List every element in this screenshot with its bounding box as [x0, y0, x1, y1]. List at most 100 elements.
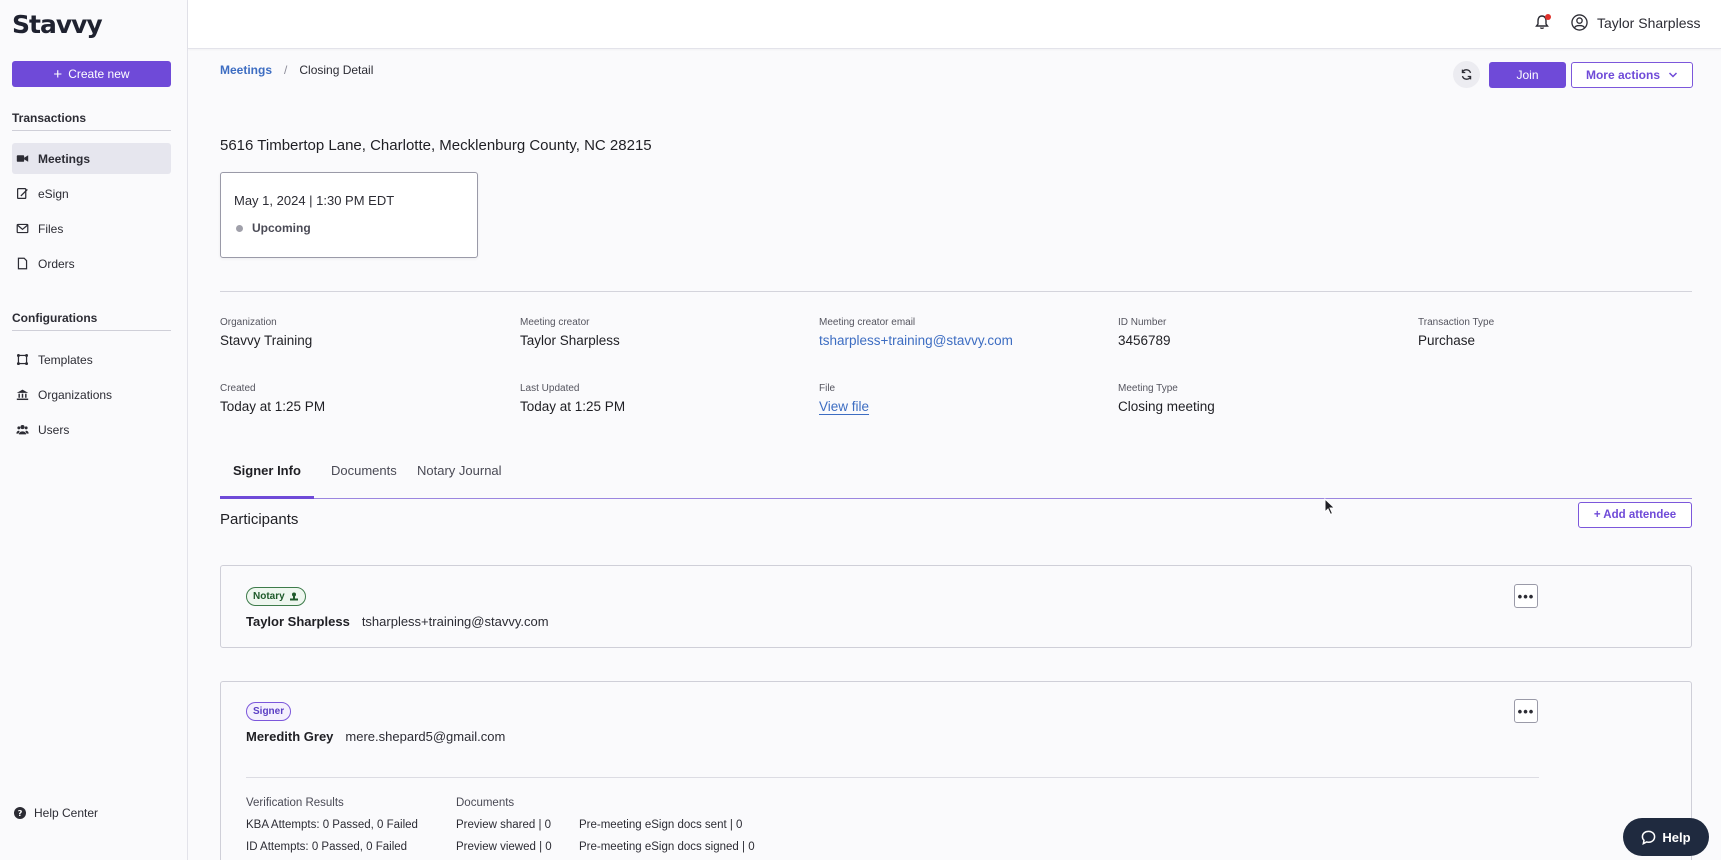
sidebar-item-orders[interactable]: Orders [12, 248, 171, 279]
help-chat-button[interactable]: Help [1623, 818, 1709, 856]
participant-email: mere.shepard5@gmail.com [345, 729, 506, 744]
notification-dot [1545, 14, 1551, 20]
divider [12, 130, 171, 131]
participant-name: Meredith Grey [246, 729, 334, 744]
user-menu[interactable]: Taylor Sharpless [1571, 14, 1701, 31]
sidebar-item-templates[interactable]: Templates [12, 344, 171, 375]
role-label: Notary [253, 591, 285, 602]
tab-signer-info[interactable]: Signer Info [220, 461, 314, 499]
status-badge: Upcoming [236, 221, 311, 235]
sidebar-item-meetings[interactable]: Meetings [12, 143, 171, 174]
question-icon: ? [14, 807, 26, 819]
meeting-date-card: May 1, 2024 | 1:30 PM EDT Upcoming [220, 172, 478, 258]
chat-bubble-icon [1642, 830, 1656, 845]
bank-icon [16, 389, 29, 401]
transactions-section-title: Transactions [12, 111, 87, 125]
sidebar-item-organizations[interactable]: Organizations [12, 379, 171, 410]
field-label: Meeting Type [1118, 383, 1178, 394]
join-button[interactable]: Join [1489, 62, 1566, 88]
participant-options-button[interactable]: ••• [1514, 699, 1538, 723]
esign-docs-signed: Pre-meeting eSign docs signed | 0 [579, 841, 755, 853]
configurations-section-title: Configurations [12, 311, 98, 325]
breadcrumb-meetings-link[interactable]: Meetings [220, 63, 272, 77]
tab-documents[interactable]: Documents [318, 461, 410, 499]
sidebar-item-users[interactable]: Users [12, 414, 171, 445]
transaction-type-field: Transaction Type Purchase [1418, 317, 1494, 348]
status-label: Upcoming [252, 221, 311, 235]
field-value: Today at 1:25 PM [220, 399, 326, 414]
template-icon [16, 353, 29, 366]
user-circle-icon [1571, 14, 1588, 31]
participant-name: Taylor Sharpless [246, 614, 350, 629]
field-value: Closing meeting [1118, 399, 1215, 414]
plus-icon: + [53, 65, 63, 83]
help-label: Help [1662, 829, 1691, 845]
esign-status: Pre-meeting eSign docs sent | 0 Pre-meet… [579, 814, 755, 858]
sidebar-item-label: Users [38, 422, 70, 437]
field-label: Organization [220, 317, 277, 328]
create-new-button[interactable]: + Create new [12, 61, 171, 87]
participant-info: Taylor Sharpless tsharpless+training@sta… [246, 614, 549, 629]
sidebar: Stavvy + Create new Transactions Meeting… [0, 0, 188, 860]
breadcrumb-current: Closing Detail [299, 63, 374, 77]
divider [12, 330, 171, 331]
add-attendee-button[interactable]: + Add attendee [1578, 502, 1692, 528]
participant-options-button[interactable]: ••• [1514, 584, 1538, 608]
chevron-down-icon [1668, 72, 1678, 78]
breadcrumb: Meetings / Closing Detail [220, 63, 373, 77]
participants-title: Participants [220, 511, 299, 528]
participant-info: Meredith Grey mere.shepard5@gmail.com [246, 729, 505, 744]
field-label: Meeting creator email [819, 317, 916, 328]
field-value: Today at 1:25 PM [520, 399, 626, 414]
role-badge: Signer [246, 702, 292, 721]
field-label: Meeting creator [520, 317, 590, 328]
sidebar-item-label: Files [38, 221, 64, 236]
documents-status: Documents Preview shared | 0 Preview vie… [456, 792, 552, 858]
sidebar-item-esign[interactable]: eSign [12, 178, 171, 209]
mail-icon [16, 223, 29, 234]
document-icon [17, 257, 28, 270]
more-actions-label: More actions [1585, 68, 1660, 82]
view-file-link[interactable]: View file [819, 399, 869, 414]
sidebar-item-files[interactable]: Files [12, 213, 171, 244]
meeting-datetime: May 1, 2024 | 1:30 PM EDT [234, 193, 395, 208]
verification-title: Verification Results [246, 797, 344, 809]
ellipsis-icon: ••• [1517, 588, 1535, 604]
field-value: Stavvy Training [220, 333, 313, 348]
creator-email-field: Meeting creator email tsharpless+trainin… [819, 317, 1013, 348]
preview-viewed: Preview viewed | 0 [456, 841, 552, 853]
field-label: Last Updated [520, 383, 580, 394]
participant-card-notary: Notary Taylor Sharpless tsharpless+train… [220, 565, 1692, 648]
meeting-type-field: Meeting Type Closing meeting [1118, 383, 1215, 414]
help-center-link[interactable]: ? Help Center [14, 806, 98, 820]
mouse-cursor-icon [1324, 498, 1336, 516]
field-label: File [819, 383, 836, 394]
id-attempts: ID Attempts: 0 Passed, 0 Failed [246, 841, 408, 853]
field-label: ID Number [1118, 317, 1167, 328]
user-name: Taylor Sharpless [1597, 14, 1701, 31]
svg-text:?: ? [18, 808, 23, 818]
documents-title: Documents [456, 797, 515, 809]
breadcrumb-separator: / [284, 63, 288, 77]
meeting-creator-field: Meeting creator Taylor Sharpless [520, 317, 620, 348]
top-bar: Taylor Sharpless [188, 0, 1721, 49]
stamp-icon [289, 592, 298, 600]
role-badge: Notary [246, 587, 306, 606]
field-value: Purchase [1418, 333, 1476, 348]
notifications-button[interactable] [1534, 14, 1552, 32]
logo[interactable]: Stavvy [12, 10, 103, 39]
more-actions-button[interactable]: More actions [1571, 62, 1693, 88]
field-label: Transaction Type [1418, 317, 1495, 328]
esign-docs-sent: Pre-meeting eSign docs sent | 0 [579, 819, 743, 831]
sidebar-item-label: Meetings [38, 151, 91, 166]
file-field: File View file [819, 383, 869, 414]
field-label: Created [220, 383, 256, 394]
verification-results: Verification Results KBA Attempts: 0 Pas… [246, 792, 418, 858]
video-icon [16, 155, 29, 162]
tab-notary-journal[interactable]: Notary Journal [404, 461, 515, 499]
tab-bar: Signer Info Documents Notary Journal [220, 451, 1692, 499]
refresh-button[interactable] [1453, 61, 1480, 88]
help-center-label: Help Center [34, 806, 99, 820]
id-number-field: ID Number 3456789 [1118, 317, 1171, 348]
creator-email-link[interactable]: tsharpless+training@stavvy.com [819, 333, 1013, 348]
